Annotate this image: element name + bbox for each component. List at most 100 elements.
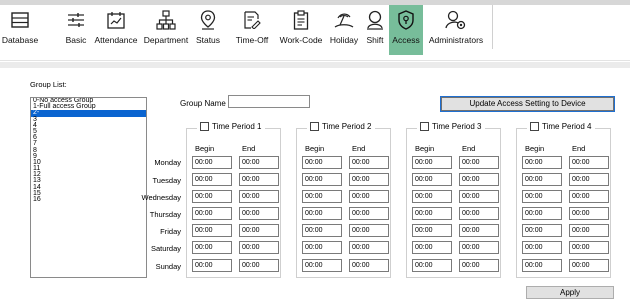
time-period-checkbox[interactable]	[530, 122, 539, 131]
begin-time-input[interactable]	[412, 224, 452, 237]
toolbar-button-time-off[interactable]: Time-Off	[231, 5, 273, 61]
begin-time-input[interactable]	[302, 241, 342, 254]
end-time-input[interactable]	[349, 241, 389, 254]
end-time-input[interactable]	[569, 156, 609, 169]
end-time-input[interactable]	[239, 173, 279, 186]
begin-time-input[interactable]	[522, 224, 562, 237]
toolbar-button-basic[interactable]: Basic	[64, 5, 88, 61]
begin-time-input[interactable]	[522, 241, 562, 254]
end-time-input[interactable]	[569, 224, 609, 237]
time-period-checkbox-label[interactable]: Time Period 2	[307, 122, 375, 131]
toolbar-divider	[492, 5, 493, 49]
toolbar-button-access[interactable]: Access	[389, 5, 423, 55]
time-period-checkbox[interactable]	[310, 122, 319, 131]
end-time-input[interactable]	[569, 259, 609, 272]
end-time-input[interactable]	[569, 190, 609, 203]
database-icon	[11, 9, 29, 31]
toolbar-label: Shift	[366, 35, 384, 45]
end-time-input[interactable]	[459, 190, 499, 203]
begin-time-input[interactable]	[522, 156, 562, 169]
calendar-chart-icon	[107, 9, 125, 31]
end-time-input[interactable]	[239, 190, 279, 203]
time-period-checkbox-label[interactable]: Time Period 3	[417, 122, 485, 131]
begin-time-input[interactable]	[412, 190, 452, 203]
begin-time-input[interactable]	[412, 207, 452, 220]
begin-time-input[interactable]	[302, 207, 342, 220]
day-label-thursday: Thursday	[149, 210, 181, 219]
begin-time-input[interactable]	[412, 259, 452, 272]
day-label-saturday: Saturday	[150, 244, 181, 253]
toolbar-button-shift[interactable]: Shift	[362, 5, 388, 61]
end-time-input[interactable]	[569, 241, 609, 254]
end-time-input[interactable]	[349, 207, 389, 220]
begin-time-input[interactable]	[192, 241, 232, 254]
begin-time-input[interactable]	[192, 224, 232, 237]
time-period-checkbox-label[interactable]: Time Period 4	[527, 122, 595, 131]
toolbar-label: Status	[195, 35, 221, 45]
time-period-checkbox-label[interactable]: Time Period 1	[197, 122, 265, 131]
list-item[interactable]: 16	[31, 196, 146, 203]
begin-time-input[interactable]	[522, 259, 562, 272]
end-time-input[interactable]	[349, 173, 389, 186]
end-time-input[interactable]	[569, 173, 609, 186]
toolbar-button-holiday[interactable]: Holiday	[327, 5, 361, 61]
end-time-input[interactable]	[239, 241, 279, 254]
begin-time-input[interactable]	[192, 190, 232, 203]
begin-time-input[interactable]	[302, 173, 342, 186]
time-period-checkbox[interactable]	[420, 122, 429, 131]
end-time-input[interactable]	[459, 173, 499, 186]
toolbar-label: Holiday	[329, 35, 359, 45]
toolbar-button-department[interactable]: Department	[144, 5, 188, 61]
begin-time-input[interactable]	[412, 173, 452, 186]
begin-time-input[interactable]	[192, 259, 232, 272]
document-edit-icon	[243, 9, 261, 31]
day-label-tuesday: Tuesday	[152, 176, 182, 185]
toolbar-label: Access	[392, 35, 420, 45]
end-time-input[interactable]	[349, 190, 389, 203]
begin-time-input[interactable]	[522, 190, 562, 203]
time-period-panel-2: Time Period 2 Begin End	[296, 122, 391, 278]
end-time-input[interactable]	[349, 156, 389, 169]
begin-column-header: Begin	[415, 144, 435, 153]
time-period-checkbox[interactable]	[200, 122, 209, 131]
begin-column-header: Begin	[525, 144, 545, 153]
toolbar-bottom-bar	[0, 62, 630, 68]
begin-time-input[interactable]	[192, 207, 232, 220]
begin-column-header: Begin	[305, 144, 325, 153]
end-time-input[interactable]	[459, 241, 499, 254]
end-time-input[interactable]	[239, 224, 279, 237]
end-time-input[interactable]	[239, 207, 279, 220]
end-time-input[interactable]	[569, 207, 609, 220]
toolbar-label: Attendance	[94, 35, 138, 45]
begin-time-input[interactable]	[412, 241, 452, 254]
toolbar-label: Work-Code	[279, 35, 323, 45]
end-time-input[interactable]	[459, 156, 499, 169]
toolbar-button-database[interactable]: Database	[2, 5, 38, 61]
end-time-input[interactable]	[459, 207, 499, 220]
begin-time-input[interactable]	[522, 173, 562, 186]
end-time-input[interactable]	[239, 156, 279, 169]
group-name-input[interactable]	[228, 95, 310, 108]
begin-time-input[interactable]	[302, 224, 342, 237]
toolbar-button-work-code[interactable]: Work-Code	[276, 5, 326, 61]
end-time-input[interactable]	[349, 259, 389, 272]
toolbar-button-administrators[interactable]: Administrators	[426, 5, 486, 61]
clipboard-icon	[293, 9, 309, 31]
begin-time-input[interactable]	[192, 173, 232, 186]
begin-time-input[interactable]	[412, 156, 452, 169]
apply-button[interactable]: Apply	[526, 286, 614, 299]
toolbar-button-status[interactable]: Status	[188, 5, 228, 61]
begin-time-input[interactable]	[192, 156, 232, 169]
begin-time-input[interactable]	[302, 259, 342, 272]
begin-time-input[interactable]	[302, 190, 342, 203]
begin-time-input[interactable]	[522, 207, 562, 220]
end-time-input[interactable]	[459, 224, 499, 237]
end-time-input[interactable]	[459, 259, 499, 272]
begin-time-input[interactable]	[302, 156, 342, 169]
update-access-button[interactable]: Update Access Setting to Device	[440, 96, 615, 112]
group-list[interactable]: 0-No access Group 1-Full access Group 2-…	[30, 97, 147, 278]
end-time-input[interactable]	[239, 259, 279, 272]
end-time-input[interactable]	[349, 224, 389, 237]
toolbar-button-attendance[interactable]: Attendance	[93, 5, 139, 61]
toolbar-label: Basic	[65, 35, 87, 45]
